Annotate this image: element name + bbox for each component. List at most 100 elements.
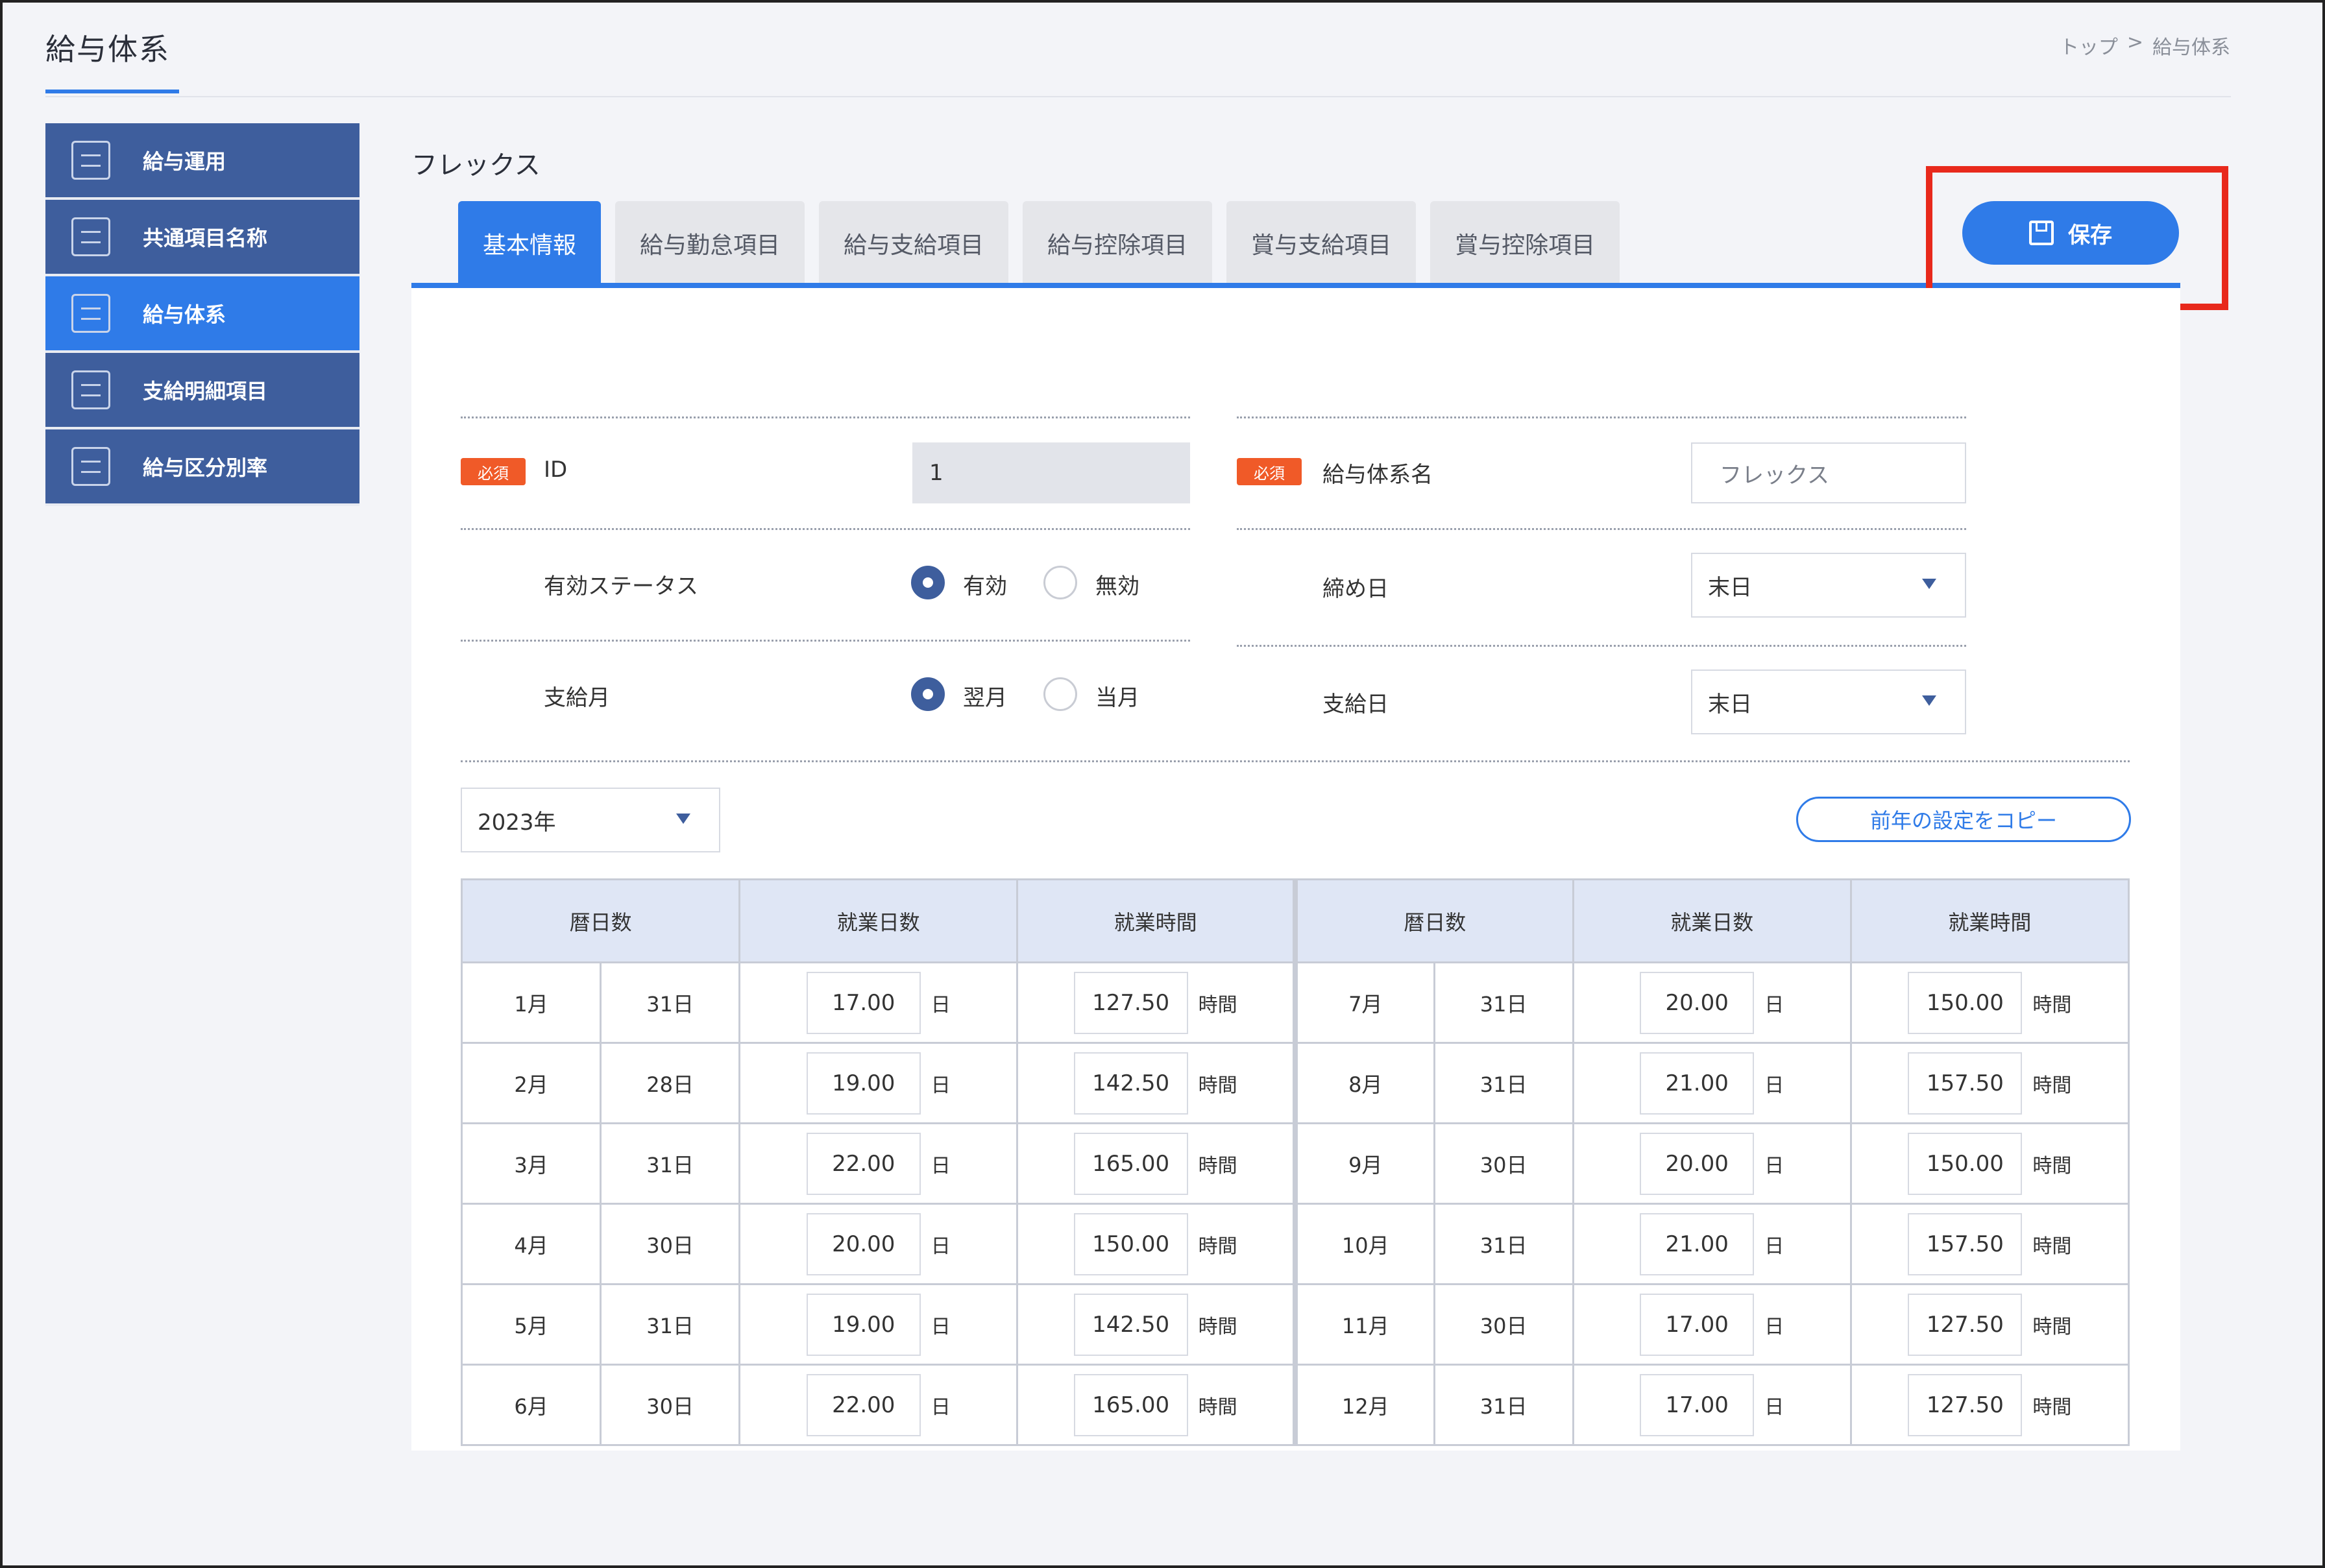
work-days-input[interactable]: 21.00 xyxy=(1640,1212,1755,1275)
calendar-table: 暦日数 就業日数 就業時間 暦日数 就業日数 就業時間 1月 31日 17.00 日 1… xyxy=(460,878,2130,1446)
sidebar-item-common-names[interactable]: 共通項目名称 xyxy=(45,200,359,276)
sidebar-item-payslip-items[interactable]: 支給明細項目 xyxy=(45,353,359,429)
work-days-input[interactable]: 21.00 xyxy=(1640,1052,1755,1115)
work-hours-cell: 127.50 時間 xyxy=(1849,1364,2130,1446)
breadcrumb-top-link[interactable]: トップ xyxy=(2060,31,2118,60)
divider xyxy=(461,640,1190,642)
work-days-cell: 21.00 日 xyxy=(1572,1042,1852,1124)
sidebar: 給与運用 共通項目名称 給与体系 支給明細項目 給与区分別率 xyxy=(45,123,359,506)
work-days-cell: 17.00 日 xyxy=(1572,1364,1852,1446)
table-row: 6月 30日 22.00 日 165.00 時間 12月 31日 17.00 日 127.50 時間 xyxy=(460,1364,2130,1446)
day-unit: 日 xyxy=(931,1154,951,1177)
work-hours-input[interactable]: 150.00 xyxy=(1908,1132,2023,1195)
table-row: 4月 30日 20.00 日 150.00 時間 10月 31日 21.00 日 157.50 時間 xyxy=(460,1203,2130,1285)
work-hours-input[interactable]: 157.50 xyxy=(1908,1052,2023,1115)
paymonth-same-label[interactable]: 当月 xyxy=(1095,680,1139,712)
sidebar-item-salary-system[interactable]: 給与体系 xyxy=(45,276,359,353)
work-days-cell: 17.00 日 xyxy=(1572,1283,1852,1366)
page-title: 給与体系 xyxy=(45,32,170,67)
work-days-input[interactable]: 17.00 xyxy=(1640,1373,1755,1436)
status-active-radio[interactable] xyxy=(911,566,945,599)
hour-unit: 時間 xyxy=(1198,1154,1237,1177)
work-days-input[interactable]: 20.00 xyxy=(806,1212,921,1275)
year-select[interactable]: 2023年 xyxy=(461,788,720,852)
month-cell: 3月 xyxy=(460,1122,602,1205)
sidebar-item-rate-by-category[interactable]: 給与区分別率 xyxy=(45,429,359,506)
work-days-input[interactable]: 19.00 xyxy=(806,1293,921,1356)
work-hours-cell: 150.00 時間 xyxy=(1016,1203,1296,1285)
id-label: ID xyxy=(544,457,568,483)
tab-attendance-items[interactable]: 給与勤怠項目 xyxy=(615,201,805,285)
work-hours-input[interactable]: 127.50 xyxy=(1073,971,1188,1034)
work-hours-input[interactable]: 157.50 xyxy=(1908,1212,2023,1275)
divider xyxy=(1237,416,1966,418)
hour-unit: 時間 xyxy=(2032,1395,2072,1419)
month-cell: 2月 xyxy=(460,1042,602,1124)
work-days-cell: 17.00 日 xyxy=(738,961,1019,1044)
paymonth-same-radio[interactable] xyxy=(1043,677,1077,711)
tab-payment-items[interactable]: 給与支給項目 xyxy=(819,201,1009,285)
required-badge: 必須 xyxy=(461,458,526,485)
work-hours-input[interactable]: 127.50 xyxy=(1908,1373,2023,1436)
work-days-input[interactable]: 22.00 xyxy=(806,1132,921,1195)
work-hours-input[interactable]: 142.50 xyxy=(1073,1052,1188,1115)
work-days-input[interactable]: 17.00 xyxy=(806,971,921,1034)
salary-system-name-input[interactable]: フレックス xyxy=(1691,442,1966,503)
hour-unit: 時間 xyxy=(1198,1074,1237,1097)
status-inactive-radio[interactable] xyxy=(1043,566,1077,599)
breadcrumb-current: 給与体系 xyxy=(2152,36,2230,59)
work-hours-input[interactable]: 150.00 xyxy=(1908,971,2023,1034)
day-unit: 日 xyxy=(931,1074,951,1097)
work-days-cell: 20.00 日 xyxy=(738,1203,1019,1285)
status-active-label[interactable]: 有効 xyxy=(963,568,1007,600)
work-hours-input[interactable]: 142.50 xyxy=(1073,1293,1188,1356)
status-inactive-label[interactable]: 無効 xyxy=(1095,568,1139,600)
work-hours-input[interactable]: 150.00 xyxy=(1073,1212,1188,1275)
work-days-cell: 19.00 日 xyxy=(738,1283,1019,1366)
chevron-down-icon xyxy=(1922,579,1936,589)
status-label: 有効ステータス xyxy=(544,573,698,599)
work-hours-input[interactable]: 127.50 xyxy=(1908,1293,2023,1356)
work-days-input[interactable]: 20.00 xyxy=(1640,971,1755,1034)
sidebar-item-label: 給与区分別率 xyxy=(143,455,268,480)
work-hours-cell: 127.50 時間 xyxy=(1849,1283,2130,1366)
year-value: 2023年 xyxy=(478,809,556,836)
work-days-cell: 21.00 日 xyxy=(1572,1203,1852,1285)
work-hours-input[interactable]: 165.00 xyxy=(1073,1373,1188,1436)
day-unit: 日 xyxy=(931,1315,951,1338)
closing-day-select[interactable]: 末日 xyxy=(1691,553,1966,618)
hour-unit: 時間 xyxy=(2032,1154,2072,1177)
work-days-cell: 20.00 日 xyxy=(1572,961,1852,1044)
calendar-days-cell: 31日 xyxy=(600,961,741,1044)
divider xyxy=(1237,645,1966,647)
month-cell: 7月 xyxy=(1292,961,1435,1044)
tab-bonus-payment-items[interactable]: 賞与支給項目 xyxy=(1226,201,1417,285)
paymonth-next-label[interactable]: 翌月 xyxy=(963,680,1007,712)
work-hours-input[interactable]: 165.00 xyxy=(1073,1132,1188,1195)
tab-basic-info[interactable]: 基本情報 xyxy=(458,201,602,285)
work-days-input[interactable]: 19.00 xyxy=(806,1052,921,1115)
work-days-input[interactable]: 20.00 xyxy=(1640,1132,1755,1195)
sidebar-item-salary-operation[interactable]: 給与運用 xyxy=(45,123,359,200)
calendar-days-cell: 28日 xyxy=(600,1042,741,1124)
hour-unit: 時間 xyxy=(2032,993,2072,1017)
work-days-input[interactable]: 22.00 xyxy=(806,1373,921,1436)
work-hours-cell: 127.50 時間 xyxy=(1016,961,1296,1044)
table-row: 2月 28日 19.00 日 142.50 時間 8月 31日 21.00 日 157.50 時間 xyxy=(460,1042,2130,1124)
tab-bonus-deduction-items[interactable]: 賞与控除項目 xyxy=(1430,201,1620,285)
calendar-days-cell: 30日 xyxy=(600,1364,741,1446)
payday-select[interactable]: 末日 xyxy=(1691,669,1966,734)
column-header: 暦日数 xyxy=(1292,878,1574,963)
sidebar-item-label: 給与体系 xyxy=(143,302,226,327)
hour-unit: 時間 xyxy=(2032,1074,2072,1097)
sidebar-item-label: 支給明細項目 xyxy=(143,379,268,404)
breadcrumb-separator: > xyxy=(2126,31,2143,54)
tab-deduction-items[interactable]: 給与控除項目 xyxy=(1023,201,1213,285)
calculator-icon xyxy=(71,447,110,486)
copy-previous-year-button[interactable]: 前年の設定をコピー xyxy=(1796,797,2131,842)
work-hours-cell: 150.00 時間 xyxy=(1849,1122,2130,1205)
paymonth-next-radio[interactable] xyxy=(911,677,945,711)
month-cell: 5月 xyxy=(460,1283,602,1366)
work-days-input[interactable]: 17.00 xyxy=(1640,1293,1755,1356)
document-dollar-icon xyxy=(71,217,110,256)
